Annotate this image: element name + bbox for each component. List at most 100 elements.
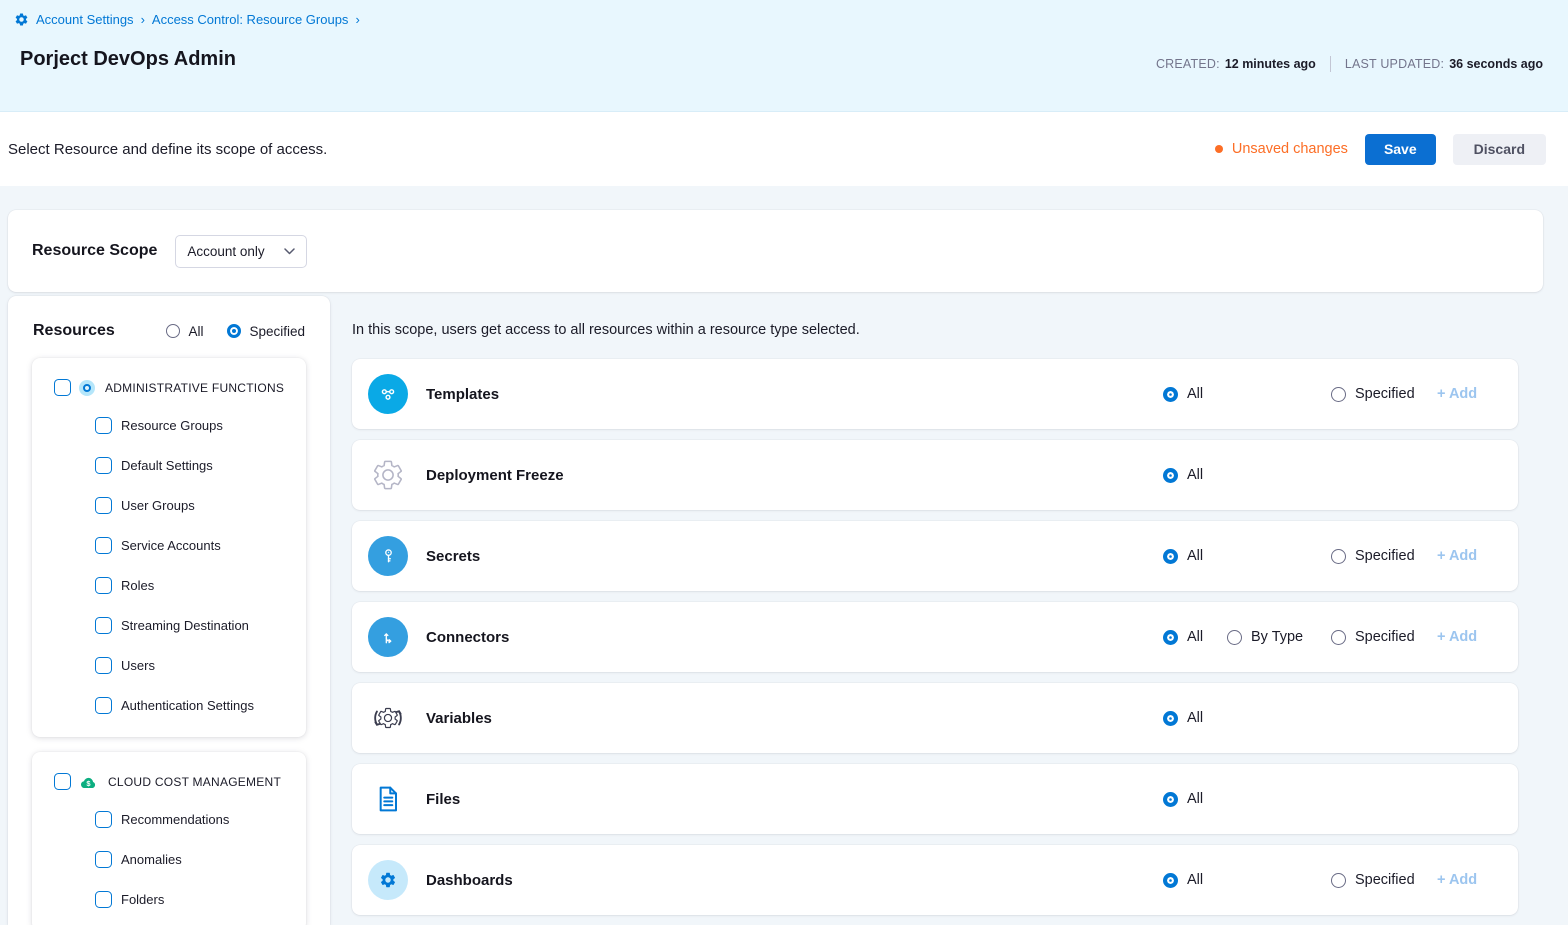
unsaved-dot-icon: [1215, 145, 1223, 153]
resource-row-label: Dashboards: [426, 872, 513, 889]
item-checkbox[interactable]: [95, 457, 112, 474]
last-updated-label: LAST UPDATED:: [1345, 57, 1444, 71]
radio-icon: [1331, 549, 1346, 564]
dashboards-add-button[interactable]: + Add: [1437, 845, 1477, 915]
unsaved-changes-indicator: Unsaved changes: [1215, 141, 1348, 157]
discard-button[interactable]: Discard: [1453, 134, 1546, 165]
item-checkbox[interactable]: [95, 417, 112, 434]
radio-icon: [1163, 468, 1178, 483]
group-cloud-cost-management: $ CLOUD COST MANAGEMENT Recommendations …: [32, 752, 306, 925]
radio-icon: [1331, 630, 1346, 645]
templates-radio-all[interactable]: All: [1163, 359, 1203, 429]
item-recommendations[interactable]: Recommendations: [32, 799, 306, 839]
resource-row-templates: Templates All Specified + Add: [352, 359, 1518, 429]
resource-types-panel: In this scope, users get access to all r…: [352, 296, 1518, 925]
resource-row-label: Variables: [426, 710, 492, 727]
secrets-add-button[interactable]: + Add: [1437, 521, 1477, 591]
radio-icon: [227, 324, 241, 338]
meta-info: CREATED: 12 minutes ago LAST UPDATED: 36…: [1156, 56, 1543, 72]
resource-scope-card: Resource Scope Account only: [8, 210, 1543, 292]
deployment-freeze-icon: [368, 455, 408, 495]
chevron-down-icon: [284, 248, 295, 255]
item-streaming-destination[interactable]: Streaming Destination: [32, 605, 306, 645]
dashboards-radio-all[interactable]: All: [1163, 845, 1203, 915]
connectors-radio-by-type[interactable]: By Type: [1227, 602, 1303, 672]
item-authentication-settings[interactable]: Authentication Settings: [32, 685, 306, 725]
dashboards-radio-specified[interactable]: Specified: [1331, 845, 1415, 915]
radio-icon: [1163, 873, 1178, 888]
templates-add-button[interactable]: + Add: [1437, 359, 1477, 429]
radio-icon: [1163, 630, 1178, 645]
resource-row-secrets: Secrets All Specified + Add: [352, 521, 1518, 591]
resource-scope-dropdown[interactable]: Account only: [175, 235, 307, 268]
radio-icon: [1331, 873, 1346, 888]
administrative-functions-icon: [79, 380, 95, 396]
item-checkbox[interactable]: [95, 537, 112, 554]
breadcrumb-separator: ›: [355, 12, 359, 27]
connectors-radio-all[interactable]: All: [1163, 602, 1203, 672]
item-checkbox[interactable]: [95, 497, 112, 514]
item-resource-groups[interactable]: Resource Groups: [32, 405, 306, 445]
files-icon: [368, 779, 408, 819]
meta-divider: [1330, 56, 1331, 72]
item-checkbox[interactable]: [95, 617, 112, 634]
resource-row-variables: Variables All: [352, 683, 1518, 753]
created-value: 12 minutes ago: [1225, 57, 1316, 71]
radio-icon: [1163, 549, 1178, 564]
resources-radio-all[interactable]: All: [166, 324, 203, 339]
resources-title: Resources: [33, 322, 115, 340]
page-header: Account Settings › Access Control: Resou…: [0, 0, 1568, 112]
cloud-cost-icon: $: [79, 774, 98, 790]
deployment-freeze-radio-all[interactable]: All: [1163, 440, 1203, 510]
scope-description: In this scope, users get access to all r…: [352, 322, 1518, 338]
resource-row-label: Secrets: [426, 548, 480, 565]
group-header[interactable]: ADMINISTRATIVE FUNCTIONS: [32, 358, 306, 405]
settings-gear-icon: [14, 12, 29, 27]
connectors-radio-specified[interactable]: Specified: [1331, 602, 1415, 672]
item-folders[interactable]: Folders: [32, 879, 306, 919]
resource-row-dashboards: Dashboards All Specified + Add: [352, 845, 1518, 915]
secrets-radio-specified[interactable]: Specified: [1331, 521, 1415, 591]
item-checkbox[interactable]: [95, 851, 112, 868]
resources-radio-specified[interactable]: Specified: [227, 324, 305, 339]
dashboards-icon: [368, 860, 408, 900]
radio-icon: [1163, 711, 1178, 726]
radio-icon: [1163, 387, 1178, 402]
item-user-groups[interactable]: User Groups: [32, 485, 306, 525]
templates-icon: [368, 374, 408, 414]
item-checkbox[interactable]: [95, 891, 112, 908]
resource-row-label: Deployment Freeze: [426, 467, 564, 484]
item-users[interactable]: Users: [32, 645, 306, 685]
radio-icon: [1227, 630, 1242, 645]
item-checkbox[interactable]: [95, 577, 112, 594]
item-default-settings[interactable]: Default Settings: [32, 445, 306, 485]
unsaved-changes-label: Unsaved changes: [1232, 141, 1348, 157]
breadcrumb-account-settings[interactable]: Account Settings: [36, 12, 134, 27]
toolbar: Select Resource and define its scope of …: [0, 112, 1568, 186]
resource-row-label: Files: [426, 791, 460, 808]
group-checkbox[interactable]: [54, 379, 71, 396]
breadcrumb-resource-groups[interactable]: Access Control: Resource Groups: [152, 12, 349, 27]
variables-radio-all[interactable]: All: [1163, 683, 1203, 753]
item-roles[interactable]: Roles: [32, 565, 306, 605]
secrets-radio-all[interactable]: All: [1163, 521, 1203, 591]
resource-row-deployment-freeze: Deployment Freeze All: [352, 440, 1518, 510]
item-checkbox[interactable]: [95, 697, 112, 714]
files-radio-all[interactable]: All: [1163, 764, 1203, 834]
breadcrumb-separator: ›: [141, 12, 145, 27]
variables-icon: [368, 698, 408, 738]
item-service-accounts[interactable]: Service Accounts: [32, 525, 306, 565]
save-button[interactable]: Save: [1365, 134, 1436, 165]
resources-sidebar: Resources All Specified ADMINISTRATIVE F…: [8, 296, 330, 925]
group-header[interactable]: $ CLOUD COST MANAGEMENT: [32, 752, 306, 799]
item-checkbox[interactable]: [95, 811, 112, 828]
connectors-add-button[interactable]: + Add: [1437, 602, 1477, 672]
last-updated-value: 36 seconds ago: [1449, 57, 1543, 71]
secrets-icon: [368, 536, 408, 576]
group-checkbox[interactable]: [54, 773, 71, 790]
templates-radio-specified[interactable]: Specified: [1331, 359, 1415, 429]
item-anomalies[interactable]: Anomalies: [32, 839, 306, 879]
resource-row-files: Files All: [352, 764, 1518, 834]
item-checkbox[interactable]: [95, 657, 112, 674]
page-title: Porject DevOps Admin: [20, 48, 236, 71]
